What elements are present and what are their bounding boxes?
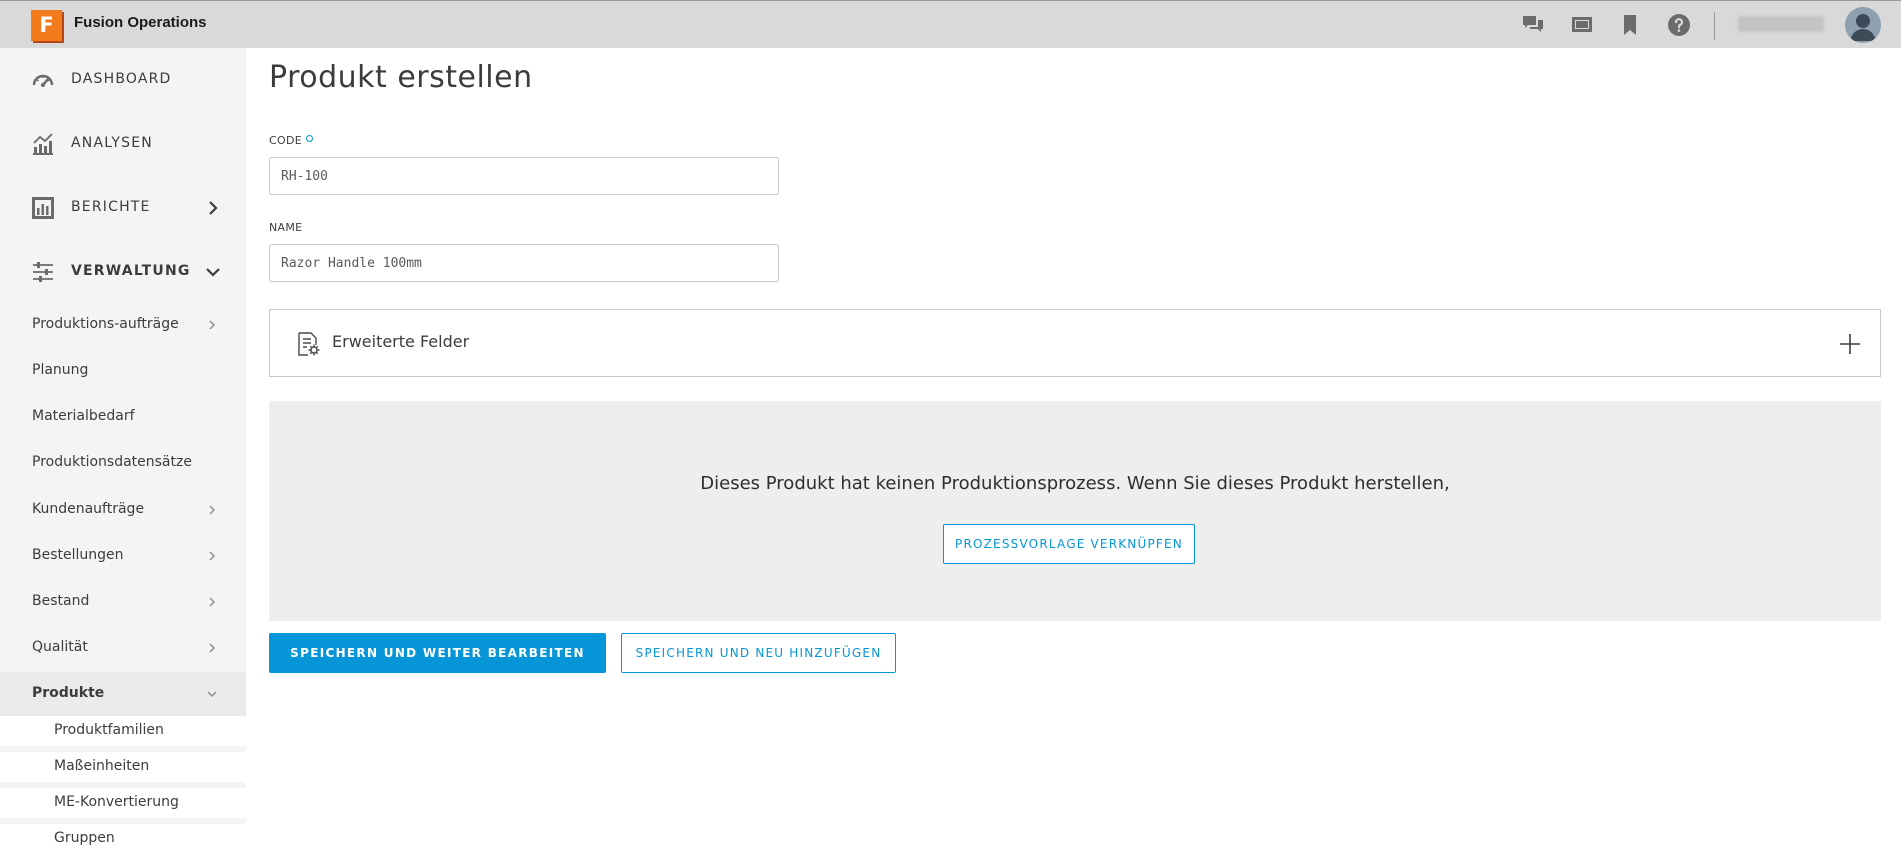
user-silhouette-icon bbox=[1845, 7, 1881, 43]
chevron-right-icon bbox=[209, 201, 218, 215]
avatar[interactable] bbox=[1845, 7, 1881, 43]
production-process-panel: Dieses Produkt hat keinen Produktionspro… bbox=[269, 401, 1881, 621]
chevron-right-icon bbox=[209, 320, 215, 330]
sidebar-item-kundenauftraege[interactable]: Kundenaufträge bbox=[0, 493, 246, 527]
code-field-label: CODE bbox=[269, 134, 313, 147]
sidebar-item-label: VERWALTUNG bbox=[71, 263, 191, 279]
sidebar-item-label: Produktfamilien bbox=[54, 722, 164, 738]
sidebar-item-berichte[interactable]: BERICHTE bbox=[0, 188, 246, 228]
sidebar-item-bestand[interactable]: Bestand bbox=[0, 585, 246, 619]
top-bar: F Fusion Operations bbox=[0, 0, 1901, 48]
save-and-continue-button[interactable]: SPEICHERN UND WEITER BEARBEITEN bbox=[269, 633, 606, 673]
sidebar: DASHBOARD ANALYSEN BERICHTE VERWALTUNG P… bbox=[0, 48, 246, 864]
sidebar-item-me-konvertierung[interactable]: ME-Konvertierung bbox=[0, 788, 246, 818]
chevron-right-icon bbox=[209, 643, 215, 653]
advanced-fields-label: Erweiterte Felder bbox=[332, 332, 470, 351]
analytics-chart-icon bbox=[33, 133, 53, 155]
sidebar-item-materialbedarf[interactable]: Materialbedarf bbox=[0, 400, 246, 434]
sidebar-item-label: ANALYSEN bbox=[71, 135, 153, 151]
app-logo[interactable]: F bbox=[31, 10, 64, 43]
name-input[interactable] bbox=[269, 244, 779, 282]
chevron-down-icon bbox=[207, 691, 217, 697]
sidebar-item-qualitaet[interactable]: Qualität bbox=[0, 631, 246, 665]
name-field-label: NAME bbox=[269, 221, 303, 234]
bookmark-icon[interactable] bbox=[1618, 13, 1642, 37]
page-title: Produkt erstellen bbox=[269, 60, 533, 95]
advanced-fields-accordion[interactable]: Erweiterte Felder bbox=[269, 309, 1881, 377]
document-settings-icon bbox=[298, 332, 320, 356]
chevron-down-icon bbox=[206, 268, 220, 277]
sidebar-item-dashboard[interactable]: DASHBOARD bbox=[0, 60, 246, 100]
dashboard-gauge-icon bbox=[32, 74, 54, 87]
code-label-text: CODE bbox=[269, 134, 302, 147]
chevron-right-icon bbox=[209, 597, 215, 607]
sidebar-item-label: Bestellungen bbox=[32, 547, 124, 563]
sidebar-item-label: Qualität bbox=[32, 639, 88, 655]
sidebar-item-verwaltung[interactable]: VERWALTUNG bbox=[0, 252, 246, 292]
save-and-add-new-button[interactable]: SPEICHERN UND NEU HINZUFÜGEN bbox=[621, 633, 896, 673]
sidebar-item-label: Gruppen bbox=[54, 830, 115, 846]
sidebar-item-label: DASHBOARD bbox=[71, 71, 172, 87]
sidebar-item-masseinheiten[interactable]: Maßeinheiten bbox=[0, 752, 246, 782]
sidebar-item-label: Maßeinheiten bbox=[54, 758, 150, 774]
sidebar-item-gruppen[interactable]: Gruppen bbox=[0, 824, 246, 864]
chat-icon[interactable] bbox=[1521, 13, 1545, 37]
chevron-right-icon bbox=[209, 505, 215, 515]
sidebar-item-produktfamilien[interactable]: Produktfamilien bbox=[0, 716, 246, 746]
chevron-right-icon bbox=[209, 551, 215, 561]
code-input[interactable] bbox=[269, 157, 779, 195]
no-process-message: Dieses Produkt hat keinen Produktionspro… bbox=[700, 473, 1450, 494]
sidebar-item-label: Produktionsdatensätze bbox=[32, 454, 192, 470]
settings-sliders-icon bbox=[33, 262, 53, 282]
link-process-template-button[interactable]: PROZESSVORLAGE VERKNÜPFEN bbox=[943, 524, 1195, 564]
sidebar-item-label: Produkte bbox=[32, 685, 105, 701]
sidebar-item-analysen[interactable]: ANALYSEN bbox=[0, 124, 246, 164]
user-name-blurred[interactable] bbox=[1738, 16, 1824, 32]
app-title: Fusion Operations bbox=[74, 14, 207, 31]
logo-letter: F bbox=[31, 10, 62, 41]
sidebar-item-label: Planung bbox=[32, 362, 89, 378]
plus-icon[interactable] bbox=[1838, 332, 1862, 356]
screen-icon[interactable] bbox=[1570, 13, 1594, 37]
sidebar-item-label: Produktions-aufträge bbox=[32, 316, 179, 332]
sidebar-item-label: Kundenaufträge bbox=[32, 501, 145, 517]
sidebar-item-produktionsauftraege[interactable]: Produktions-aufträge bbox=[0, 308, 246, 342]
reports-bar-icon bbox=[32, 197, 54, 219]
sidebar-item-produkte[interactable]: Produkte bbox=[0, 672, 246, 716]
sidebar-item-bestellungen[interactable]: Bestellungen bbox=[0, 539, 246, 573]
sidebar-item-produktionsdatensaetze[interactable]: Produktionsdatensätze bbox=[0, 446, 246, 480]
help-icon[interactable] bbox=[1667, 13, 1691, 37]
required-indicator-icon bbox=[305, 135, 313, 142]
sidebar-item-label: Bestand bbox=[32, 593, 90, 609]
topbar-divider bbox=[1714, 12, 1715, 40]
sidebar-item-label: Materialbedarf bbox=[32, 408, 135, 424]
sidebar-item-label: BERICHTE bbox=[71, 199, 151, 215]
sidebar-item-label: ME-Konvertierung bbox=[54, 794, 179, 810]
sidebar-item-planung[interactable]: Planung bbox=[0, 354, 246, 388]
